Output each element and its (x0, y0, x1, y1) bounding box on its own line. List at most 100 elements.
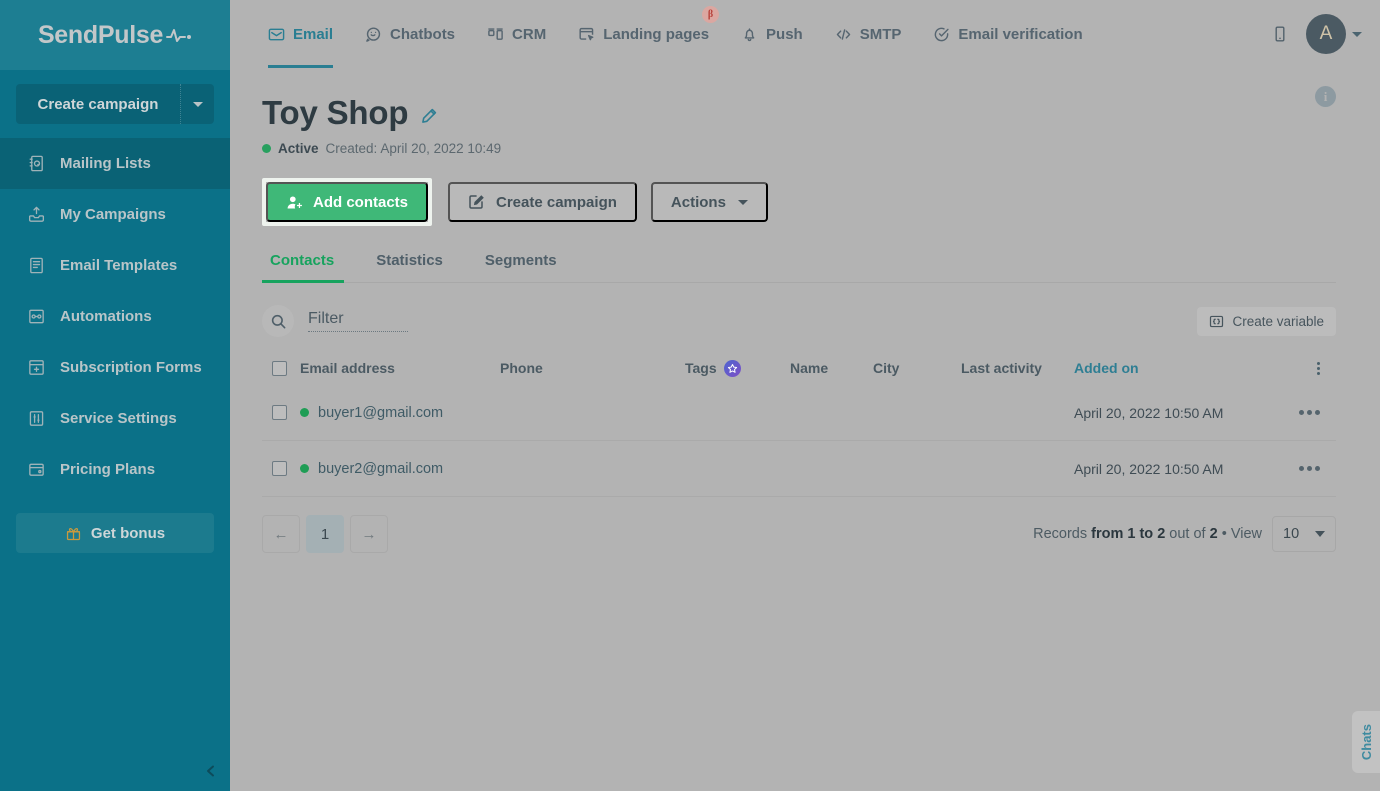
sidebar-item-label: Mailing Lists (60, 155, 151, 172)
tab-segments[interactable]: Segments (475, 252, 567, 282)
tab-crm[interactable]: CRM (473, 0, 560, 68)
wallet-icon (26, 460, 46, 480)
form-plus-icon (26, 358, 46, 378)
row-select-cell (262, 461, 300, 476)
logo-area[interactable]: SendPulse (0, 0, 230, 70)
sidebar-item-subscription-forms[interactable]: Subscription Forms (0, 342, 230, 393)
tab-label: Contacts (270, 252, 335, 269)
action-buttons-row: Add contacts Create campaign Actions (262, 178, 1336, 226)
status-badge: Active (278, 141, 319, 156)
main-area: Email Chatbots CRM Landing pages β Push … (230, 0, 1380, 791)
get-bonus-button[interactable]: Get bonus (16, 513, 214, 553)
address-book-icon (26, 154, 46, 174)
sidebar-item-mailing-lists[interactable]: Mailing Lists (0, 138, 230, 189)
sidebar-item-label: Email Templates (60, 257, 178, 274)
page-title: Toy Shop (262, 94, 409, 131)
sidebar-item-my-campaigns[interactable]: My Campaigns (0, 189, 230, 240)
row-select-cell (262, 405, 300, 420)
create-variable-button[interactable]: Create variable (1197, 306, 1336, 336)
top-bar: Email Chatbots CRM Landing pages β Push … (230, 0, 1380, 68)
tab-contacts[interactable]: Contacts (262, 252, 345, 283)
status-dot (300, 408, 309, 417)
tab-label: Statistics (376, 252, 443, 269)
records-total: 2 (1209, 526, 1218, 542)
tab-label: Email verification (958, 25, 1083, 43)
tab-email[interactable]: Email (254, 0, 347, 68)
actions-dropdown-button[interactable]: Actions (650, 182, 768, 222)
sidebar-create-campaign-button[interactable]: Create campaign (16, 84, 214, 124)
sidebar-create-campaign-dropdown[interactable] (180, 84, 214, 124)
records-separator: • (1221, 526, 1227, 542)
view-label: View (1230, 526, 1262, 542)
tab-landing-pages[interactable]: Landing pages β (564, 0, 723, 68)
table-row[interactable]: buyer1@gmail.com April 20, 2022 10:50 AM (262, 385, 1336, 441)
table-row[interactable]: buyer2@gmail.com April 20, 2022 10:50 AM (262, 441, 1336, 497)
row-added-on-cell: April 20, 2022 10:50 AM (1074, 460, 1224, 477)
beta-badge: β (702, 6, 720, 23)
column-header-email[interactable]: Email address (300, 360, 500, 376)
column-header-added-on[interactable]: Added on (1074, 360, 1264, 376)
logo-text: SendPulse (37, 20, 164, 49)
tab-label: Segments (484, 252, 557, 269)
records-info: Records from 1 to 2 out of 2 • View 10 (1033, 516, 1336, 552)
chevron-left-icon (204, 764, 218, 783)
sendpulse-logo: SendPulse (38, 21, 192, 50)
info-icon[interactable]: i (1315, 86, 1336, 107)
row-email-cell: buyer1@gmail.com (300, 405, 500, 421)
tab-smtp[interactable]: SMTP (821, 0, 916, 68)
gift-icon (65, 525, 82, 542)
chat-smile-icon (365, 26, 382, 43)
sidebar-item-automations[interactable]: Automations (0, 291, 230, 342)
column-header-city[interactable]: City (873, 360, 961, 376)
column-header-name[interactable]: Name (790, 360, 873, 376)
sidebar-item-service-settings[interactable]: Service Settings (0, 393, 230, 444)
sidebar-item-label: Automations (60, 308, 152, 325)
tab-email-verification[interactable]: Email verification (919, 0, 1096, 68)
tab-chatbots[interactable]: Chatbots (351, 0, 469, 68)
mobile-icon[interactable] (1272, 25, 1288, 43)
app-root: SendPulse Create campaign Mailing Lists … (0, 0, 1380, 791)
sidebar-item-pricing-plans[interactable]: Pricing Plans (0, 444, 230, 495)
pagination-next-button[interactable]: → (350, 515, 388, 553)
kebab-vertical-icon[interactable] (1317, 361, 1320, 375)
code-icon (835, 26, 852, 43)
column-header-last-activity[interactable]: Last activity (961, 360, 1074, 376)
records-range: from 1 to 2 (1091, 526, 1166, 542)
filter-input[interactable] (308, 310, 408, 332)
email-link[interactable]: buyer1@gmail.com (318, 405, 443, 421)
add-contacts-button[interactable]: Add contacts (266, 182, 429, 222)
pagination-row: ← 1 → Records from 1 to 2 out of 2 • Vie… (262, 515, 1336, 553)
filter-row: Create variable (262, 305, 1336, 343)
dots-horizontal-icon[interactable] (1299, 466, 1320, 471)
search-icon[interactable] (262, 305, 294, 337)
chats-widget-button[interactable]: Chats (1352, 711, 1380, 773)
pagination-prev-button[interactable]: ← (262, 515, 300, 553)
view-select-wrap: 10 (1272, 516, 1336, 552)
sidebar-collapse-button[interactable] (0, 755, 230, 791)
avatar: A (1306, 14, 1346, 54)
add-contacts-highlight: Add contacts (262, 178, 433, 226)
email-link[interactable]: buyer2@gmail.com (318, 461, 443, 477)
create-campaign-button[interactable]: Create campaign (448, 182, 637, 222)
view-select[interactable]: 10 (1272, 516, 1336, 552)
pagination-page-1[interactable]: 1 (306, 515, 344, 553)
tab-push[interactable]: Push (727, 0, 817, 68)
column-header-phone[interactable]: Phone (500, 360, 685, 376)
upload-inbox-icon (26, 205, 46, 225)
status-dot (300, 464, 309, 473)
content-tabs: Contacts Statistics Segments (262, 252, 1336, 283)
bonus-wrap: Get bonus (0, 495, 230, 553)
pencil-icon[interactable] (420, 107, 438, 125)
tab-statistics[interactable]: Statistics (366, 252, 453, 282)
account-menu[interactable]: A (1306, 14, 1362, 54)
column-header-tags[interactable]: Tags (685, 359, 790, 377)
row-checkbox[interactable] (272, 461, 287, 476)
table-header: Email address Phone Tags Name City Last … (262, 351, 1336, 385)
records-prefix: Records (1033, 526, 1088, 542)
tab-label: CRM (512, 25, 547, 43)
create-variable-label: Create variable (1232, 313, 1324, 329)
sidebar-item-email-templates[interactable]: Email Templates (0, 240, 230, 291)
dots-horizontal-icon[interactable] (1299, 410, 1320, 415)
select-all-checkbox[interactable] (272, 360, 287, 376)
row-checkbox[interactable] (272, 405, 287, 420)
